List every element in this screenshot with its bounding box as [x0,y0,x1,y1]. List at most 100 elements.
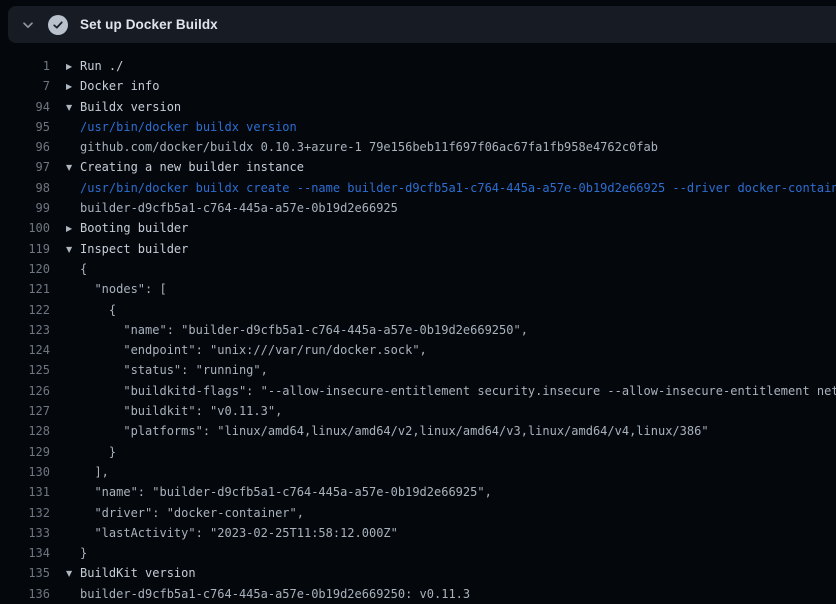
line-number[interactable]: 121 [0,279,50,299]
log-line: 134 } [0,543,836,563]
line-number[interactable]: 94 [0,97,50,117]
log-line: 95 /usr/bin/docker buildx version [0,117,836,137]
log-line: 7 ▶Docker info [0,76,836,96]
line-content: { [80,300,116,320]
line-content[interactable]: ▼Buildx version [66,97,181,117]
line-content: "status": "running", [80,360,268,380]
line-number[interactable]: 133 [0,523,50,543]
log-line: 128 "platforms": "linux/amd64,linux/amd6… [0,421,836,441]
line-content[interactable]: ▶Booting builder [66,218,188,238]
line-content: "endpoint": "unix:///var/run/docker.sock… [80,340,427,360]
group-title[interactable]: Buildx version [80,100,181,114]
line-number[interactable]: 128 [0,421,50,441]
log-line: 133 "lastActivity": "2023-02-25T11:58:12… [0,523,836,543]
log-line: 119 ▼Inspect builder [0,239,836,259]
line-content: "buildkitd-flags": "--allow-insecure-ent… [80,381,836,401]
line-number[interactable]: 120 [0,259,50,279]
group-expanded-icon[interactable]: ▼ [66,240,80,259]
log-line: 125 "status": "running", [0,360,836,380]
line-number[interactable]: 7 [0,76,50,96]
line-number[interactable]: 132 [0,503,50,523]
line-content: github.com/docker/buildx 0.10.3+azure-1 … [80,137,658,157]
line-content[interactable]: ▶Run ./ [66,56,123,76]
group-title[interactable]: Booting builder [80,221,188,235]
log-line: 122 { [0,300,836,320]
log-line: 1 ▶Run ./ [0,56,836,76]
line-number[interactable]: 129 [0,442,50,462]
step-title: Set up Docker Buildx [80,17,218,32]
group-collapsed-icon[interactable]: ▶ [66,57,80,76]
line-content: "driver": "docker-container", [80,503,304,523]
log-line: 97 ▼Creating a new builder instance [0,157,836,177]
log-line: 132 "driver": "docker-container", [0,503,836,523]
log-line: 120 { [0,259,836,279]
line-content: { [80,259,87,279]
line-content: "name": "builder-d9cfb5a1-c764-445a-a57e… [80,320,528,340]
group-collapsed-icon[interactable]: ▶ [66,219,80,238]
line-number[interactable]: 134 [0,543,50,563]
check-circle-icon [48,15,68,35]
line-number[interactable]: 126 [0,381,50,401]
log-line: 99 builder-d9cfb5a1-c764-445a-a57e-0b19d… [0,198,836,218]
log-line: 130 ], [0,462,836,482]
line-content[interactable]: ▼BuildKit version [66,563,196,583]
log-body: 1 ▶Run ./ 7 ▶Docker info 94 ▼Buildx vers… [0,44,836,604]
log-line: 123 "name": "builder-d9cfb5a1-c764-445a-… [0,320,836,340]
chevron-down-icon[interactable] [20,17,36,33]
group-title[interactable]: Run ./ [80,59,123,73]
line-content[interactable]: ▼Inspect builder [66,239,188,259]
line-content: "nodes": [ [80,279,167,299]
log-line: 121 "nodes": [ [0,279,836,299]
line-number[interactable]: 1 [0,56,50,76]
log-line: 96 github.com/docker/buildx 0.10.3+azure… [0,137,836,157]
group-collapsed-icon[interactable]: ▶ [66,77,80,96]
line-content: "lastActivity": "2023-02-25T11:58:12.000… [80,523,398,543]
line-number[interactable]: 98 [0,178,50,198]
line-content: "name": "builder-d9cfb5a1-c764-445a-a57e… [80,482,492,502]
line-number[interactable]: 131 [0,482,50,502]
line-content: "buildkit": "v0.11.3", [80,401,282,421]
line-content[interactable]: ▼Creating a new builder instance [66,157,304,177]
line-number[interactable]: 119 [0,239,50,259]
line-number[interactable]: 136 [0,584,50,604]
log-line: 124 "endpoint": "unix:///var/run/docker.… [0,340,836,360]
log-line: 94 ▼Buildx version [0,97,836,117]
group-expanded-icon[interactable]: ▼ [66,158,80,177]
line-number[interactable]: 95 [0,117,50,137]
line-content: /usr/bin/docker buildx create --name bui… [80,178,836,198]
line-content: builder-d9cfb5a1-c764-445a-a57e-0b19d2e6… [80,198,398,218]
line-content[interactable]: ▶Docker info [66,76,159,96]
group-title[interactable]: BuildKit version [80,566,196,580]
line-number[interactable]: 122 [0,300,50,320]
line-content: "platforms": "linux/amd64,linux/amd64/v2… [80,421,709,441]
line-number[interactable]: 125 [0,360,50,380]
log-line: 127 "buildkit": "v0.11.3", [0,401,836,421]
group-title[interactable]: Inspect builder [80,242,188,256]
group-title[interactable]: Creating a new builder instance [80,160,304,174]
line-content: ], [80,462,109,482]
group-expanded-icon[interactable]: ▼ [66,564,80,583]
line-content: } [80,442,116,462]
step-header[interactable]: Set up Docker Buildx [8,6,836,43]
log-line: 131 "name": "builder-d9cfb5a1-c764-445a-… [0,482,836,502]
group-title[interactable]: Docker info [80,79,159,93]
line-number[interactable]: 124 [0,340,50,360]
line-content: /usr/bin/docker buildx version [80,117,297,137]
log-line: 126 "buildkitd-flags": "--allow-insecure… [0,381,836,401]
line-number[interactable]: 123 [0,320,50,340]
line-number[interactable]: 96 [0,137,50,157]
group-expanded-icon[interactable]: ▼ [66,98,80,117]
line-content: } [80,543,87,563]
log-line: 129 } [0,442,836,462]
log-line: 100 ▶Booting builder [0,218,836,238]
log-line: 135 ▼BuildKit version [0,563,836,583]
line-number[interactable]: 135 [0,563,50,583]
line-content: builder-d9cfb5a1-c764-445a-a57e-0b19d2e6… [80,584,470,604]
line-number[interactable]: 97 [0,157,50,177]
log-line: 98 /usr/bin/docker buildx create --name … [0,178,836,198]
line-number[interactable]: 130 [0,462,50,482]
line-number[interactable]: 127 [0,401,50,421]
line-number[interactable]: 99 [0,198,50,218]
log-line: 136 builder-d9cfb5a1-c764-445a-a57e-0b19… [0,584,836,604]
line-number[interactable]: 100 [0,218,50,238]
